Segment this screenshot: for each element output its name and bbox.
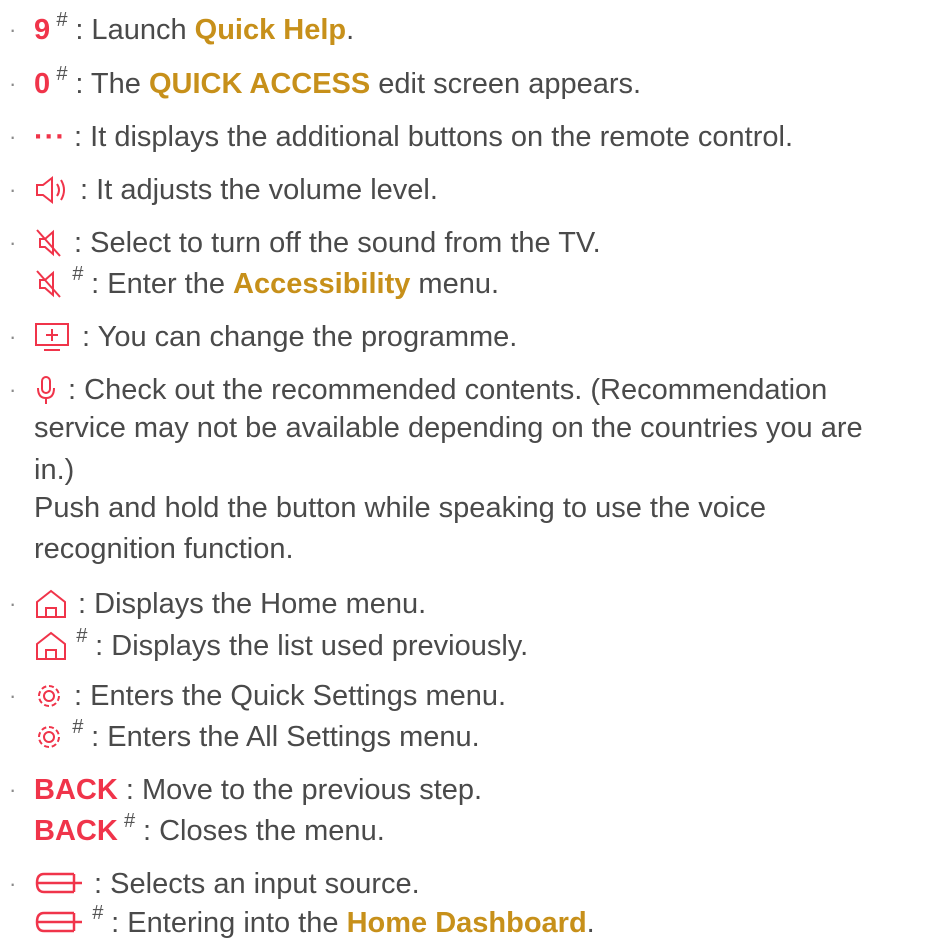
mute-icon <box>34 268 64 300</box>
item-text: : Entering into the <box>103 906 347 939</box>
more-dots-label: ··· <box>34 120 66 153</box>
item-text: : It displays the additional buttons on … <box>65 120 794 153</box>
item-text: : Launch <box>67 13 195 46</box>
item-emphasis: Quick Help <box>194 13 347 46</box>
bullet: · <box>9 230 17 255</box>
bullet: · <box>9 124 17 149</box>
list-item: · 9 # : Launch Quick Help . <box>0 8 355 50</box>
item-text: : Enters the Quick Settings menu. <box>66 679 507 712</box>
item-text: : Enters the All Settings menu. <box>83 720 480 753</box>
list-item: · : Displays the Home menu. <box>0 584 426 624</box>
item-text: menu. <box>410 267 500 300</box>
item-text: : Selects an input source. <box>86 867 420 900</box>
list-item: · BACK : Move to the previous step. <box>0 770 482 810</box>
list-item: · : It adjusts the volume level. <box>0 170 438 210</box>
list-item: · ··· : It displays the additional butto… <box>0 117 793 157</box>
input-icon <box>34 868 84 900</box>
long-press-mark: # <box>72 715 84 738</box>
item-text: : Closes the menu. <box>134 814 385 847</box>
item-text: : It adjusts the volume level. <box>72 173 438 206</box>
item-text: . <box>586 906 595 939</box>
item-text: : Displays the Home menu. <box>70 587 427 620</box>
settings-icon <box>34 681 64 711</box>
bullet: · <box>9 377 17 402</box>
item-emphasis: Accessibility <box>233 267 411 300</box>
item-text: recognition function. <box>34 533 294 565</box>
list-item: · : Enters the Quick Settings menu. <box>0 676 506 716</box>
list-item-sub: # : Enter the Accessibility menu. <box>34 262 500 304</box>
bullet: · <box>9 17 17 42</box>
long-press-mark: # <box>56 62 68 85</box>
bullet: · <box>9 71 17 96</box>
key-label: 0 <box>34 67 51 100</box>
item-text: : Displays the list used previously. <box>87 629 529 662</box>
item-text: . <box>346 13 355 46</box>
volume-icon <box>34 175 70 205</box>
long-press-mark: # <box>123 809 135 832</box>
item-text: Push and hold the button while speaking … <box>34 492 766 524</box>
long-press-mark: # <box>92 901 104 924</box>
key-label: 9 <box>34 13 51 46</box>
bullet: · <box>9 871 17 896</box>
back-key-label: BACK <box>34 773 118 806</box>
home-icon <box>34 630 68 662</box>
item-emphasis: QUICK ACCESS <box>148 67 371 100</box>
long-press-mark: # <box>76 624 88 647</box>
list-item: · : Selects an input source. <box>0 864 420 904</box>
list-item-sub: # : Entering into the Home Dashboard . <box>34 901 595 943</box>
item-text: : The <box>67 67 149 100</box>
item-text: : Select to turn off the sound from the … <box>66 226 601 259</box>
microphone-icon <box>34 374 58 406</box>
list-item: · : Select to turn off the sound from th… <box>0 223 601 263</box>
item-text: : You can change the programme. <box>74 320 518 353</box>
channel-icon <box>34 321 72 353</box>
list-item: · 0 # : The QUICK ACCESS edit screen app… <box>0 62 642 104</box>
item-text: in.) <box>34 454 75 486</box>
mute-icon <box>34 227 64 259</box>
long-press-mark: # <box>72 262 84 285</box>
item-text: : Move to the previous step. <box>117 773 483 806</box>
item-emphasis: Home Dashboard <box>346 906 587 939</box>
home-icon <box>34 588 68 620</box>
bullet: · <box>9 683 17 708</box>
item-text: service may not be available depending o… <box>34 412 863 444</box>
settings-icon <box>34 722 64 752</box>
list-item-sub: BACK # : Closes the menu. <box>34 809 385 851</box>
bullet: · <box>9 591 17 616</box>
item-text: edit screen appears. <box>370 67 642 100</box>
list-item-sub: # : Displays the list used previously. <box>34 624 529 666</box>
list-item: · : You can change the programme. <box>0 317 517 357</box>
bullet: · <box>9 777 17 802</box>
input-icon <box>34 907 84 939</box>
long-press-mark: # <box>56 8 68 31</box>
item-text: : Enter the <box>83 267 234 300</box>
back-key-label: BACK <box>34 814 118 847</box>
bullet: · <box>9 177 17 202</box>
list-item: · : Check out the recommended contents. … <box>0 370 827 410</box>
list-item-sub: # : Enters the All Settings menu. <box>34 715 480 757</box>
bullet: · <box>9 324 17 349</box>
item-text: : Check out the recommended contents. (R… <box>60 373 828 406</box>
